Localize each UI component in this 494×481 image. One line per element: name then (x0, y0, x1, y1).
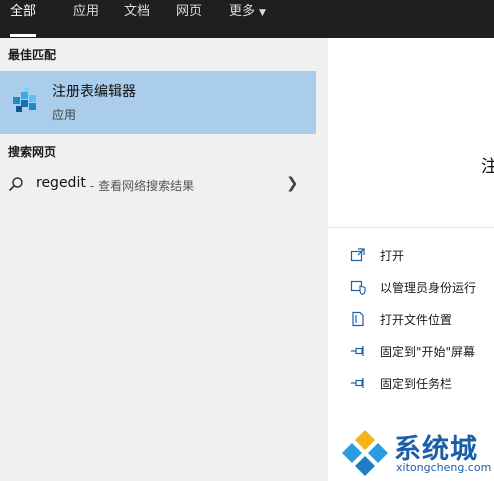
action-label: 固定到任务栏 (380, 377, 453, 391)
run-as-admin-icon (350, 280, 366, 295)
chevron-right-icon[interactable]: ❯ (286, 174, 299, 192)
action-label: 固定到"开始"屏幕 (380, 345, 476, 359)
results-pane: 最佳匹配 注册表编辑器 应用 搜索网页 regedit - 查看网络搜索结果 ❯ (0, 38, 316, 481)
action-open-file-location[interactable]: 打开文件位置 (328, 308, 494, 334)
preview-divider (328, 227, 494, 228)
action-label: 打开 (380, 249, 405, 263)
app-name: 注册表编辑器 (52, 84, 136, 100)
best-match-result[interactable]: 注册表编辑器 应用 (0, 71, 316, 134)
open-icon (350, 248, 365, 262)
watermark-url: xitongcheng.com (396, 461, 492, 474)
action-open[interactable]: 打开 (328, 244, 494, 270)
preview-pane: 注 打开 以管理员身份运行 打开文件位置 固定到"开始"屏幕 固定到任务栏 (328, 38, 494, 481)
search-category-bar: 全部 应用 文档 网页 更多 ▼ (0, 0, 494, 38)
section-title-web-search: 搜索网页 (8, 145, 57, 159)
section-title-best-match: 最佳匹配 (8, 48, 57, 62)
tab-label: 应用 (73, 4, 100, 19)
action-run-as-admin[interactable]: 以管理员身份运行 (328, 276, 494, 302)
watermark-logo-icon (342, 430, 388, 476)
search-query: regedit (36, 175, 86, 191)
action-label: 打开文件位置 (380, 313, 453, 327)
registry-editor-icon (13, 88, 36, 112)
tab-web[interactable]: 网页 (176, 0, 202, 38)
tab-label: 网页 (176, 4, 203, 19)
tab-all[interactable]: 全部 (10, 0, 37, 38)
action-pin-to-start[interactable]: 固定到"开始"屏幕 (328, 340, 494, 366)
preview-app-title: 注 (481, 157, 494, 177)
pin-icon (351, 378, 364, 388)
tab-label: 文档 (124, 4, 151, 19)
action-pin-to-taskbar[interactable]: 固定到任务栏 (328, 372, 494, 398)
pin-icon (351, 346, 364, 356)
web-search-result[interactable]: regedit - 查看网络搜索结果 ❯ (0, 169, 316, 199)
tab-apps[interactable]: 应用 (73, 0, 99, 38)
chevron-down-icon: ▼ (259, 8, 266, 18)
action-label: 以管理员身份运行 (380, 281, 477, 295)
search-icon (8, 177, 23, 192)
file-location-icon (352, 311, 364, 327)
search-hint: - 查看网络搜索结果 (90, 179, 195, 193)
tab-more[interactable]: 更多 ▼ (229, 0, 266, 38)
tab-documents[interactable]: 文档 (124, 0, 150, 38)
tab-label: 更多 (229, 4, 256, 19)
app-type: 应用 (52, 108, 77, 122)
tab-label: 全部 (10, 4, 37, 19)
watermark: 系统城 xitongcheng.com (340, 425, 494, 481)
